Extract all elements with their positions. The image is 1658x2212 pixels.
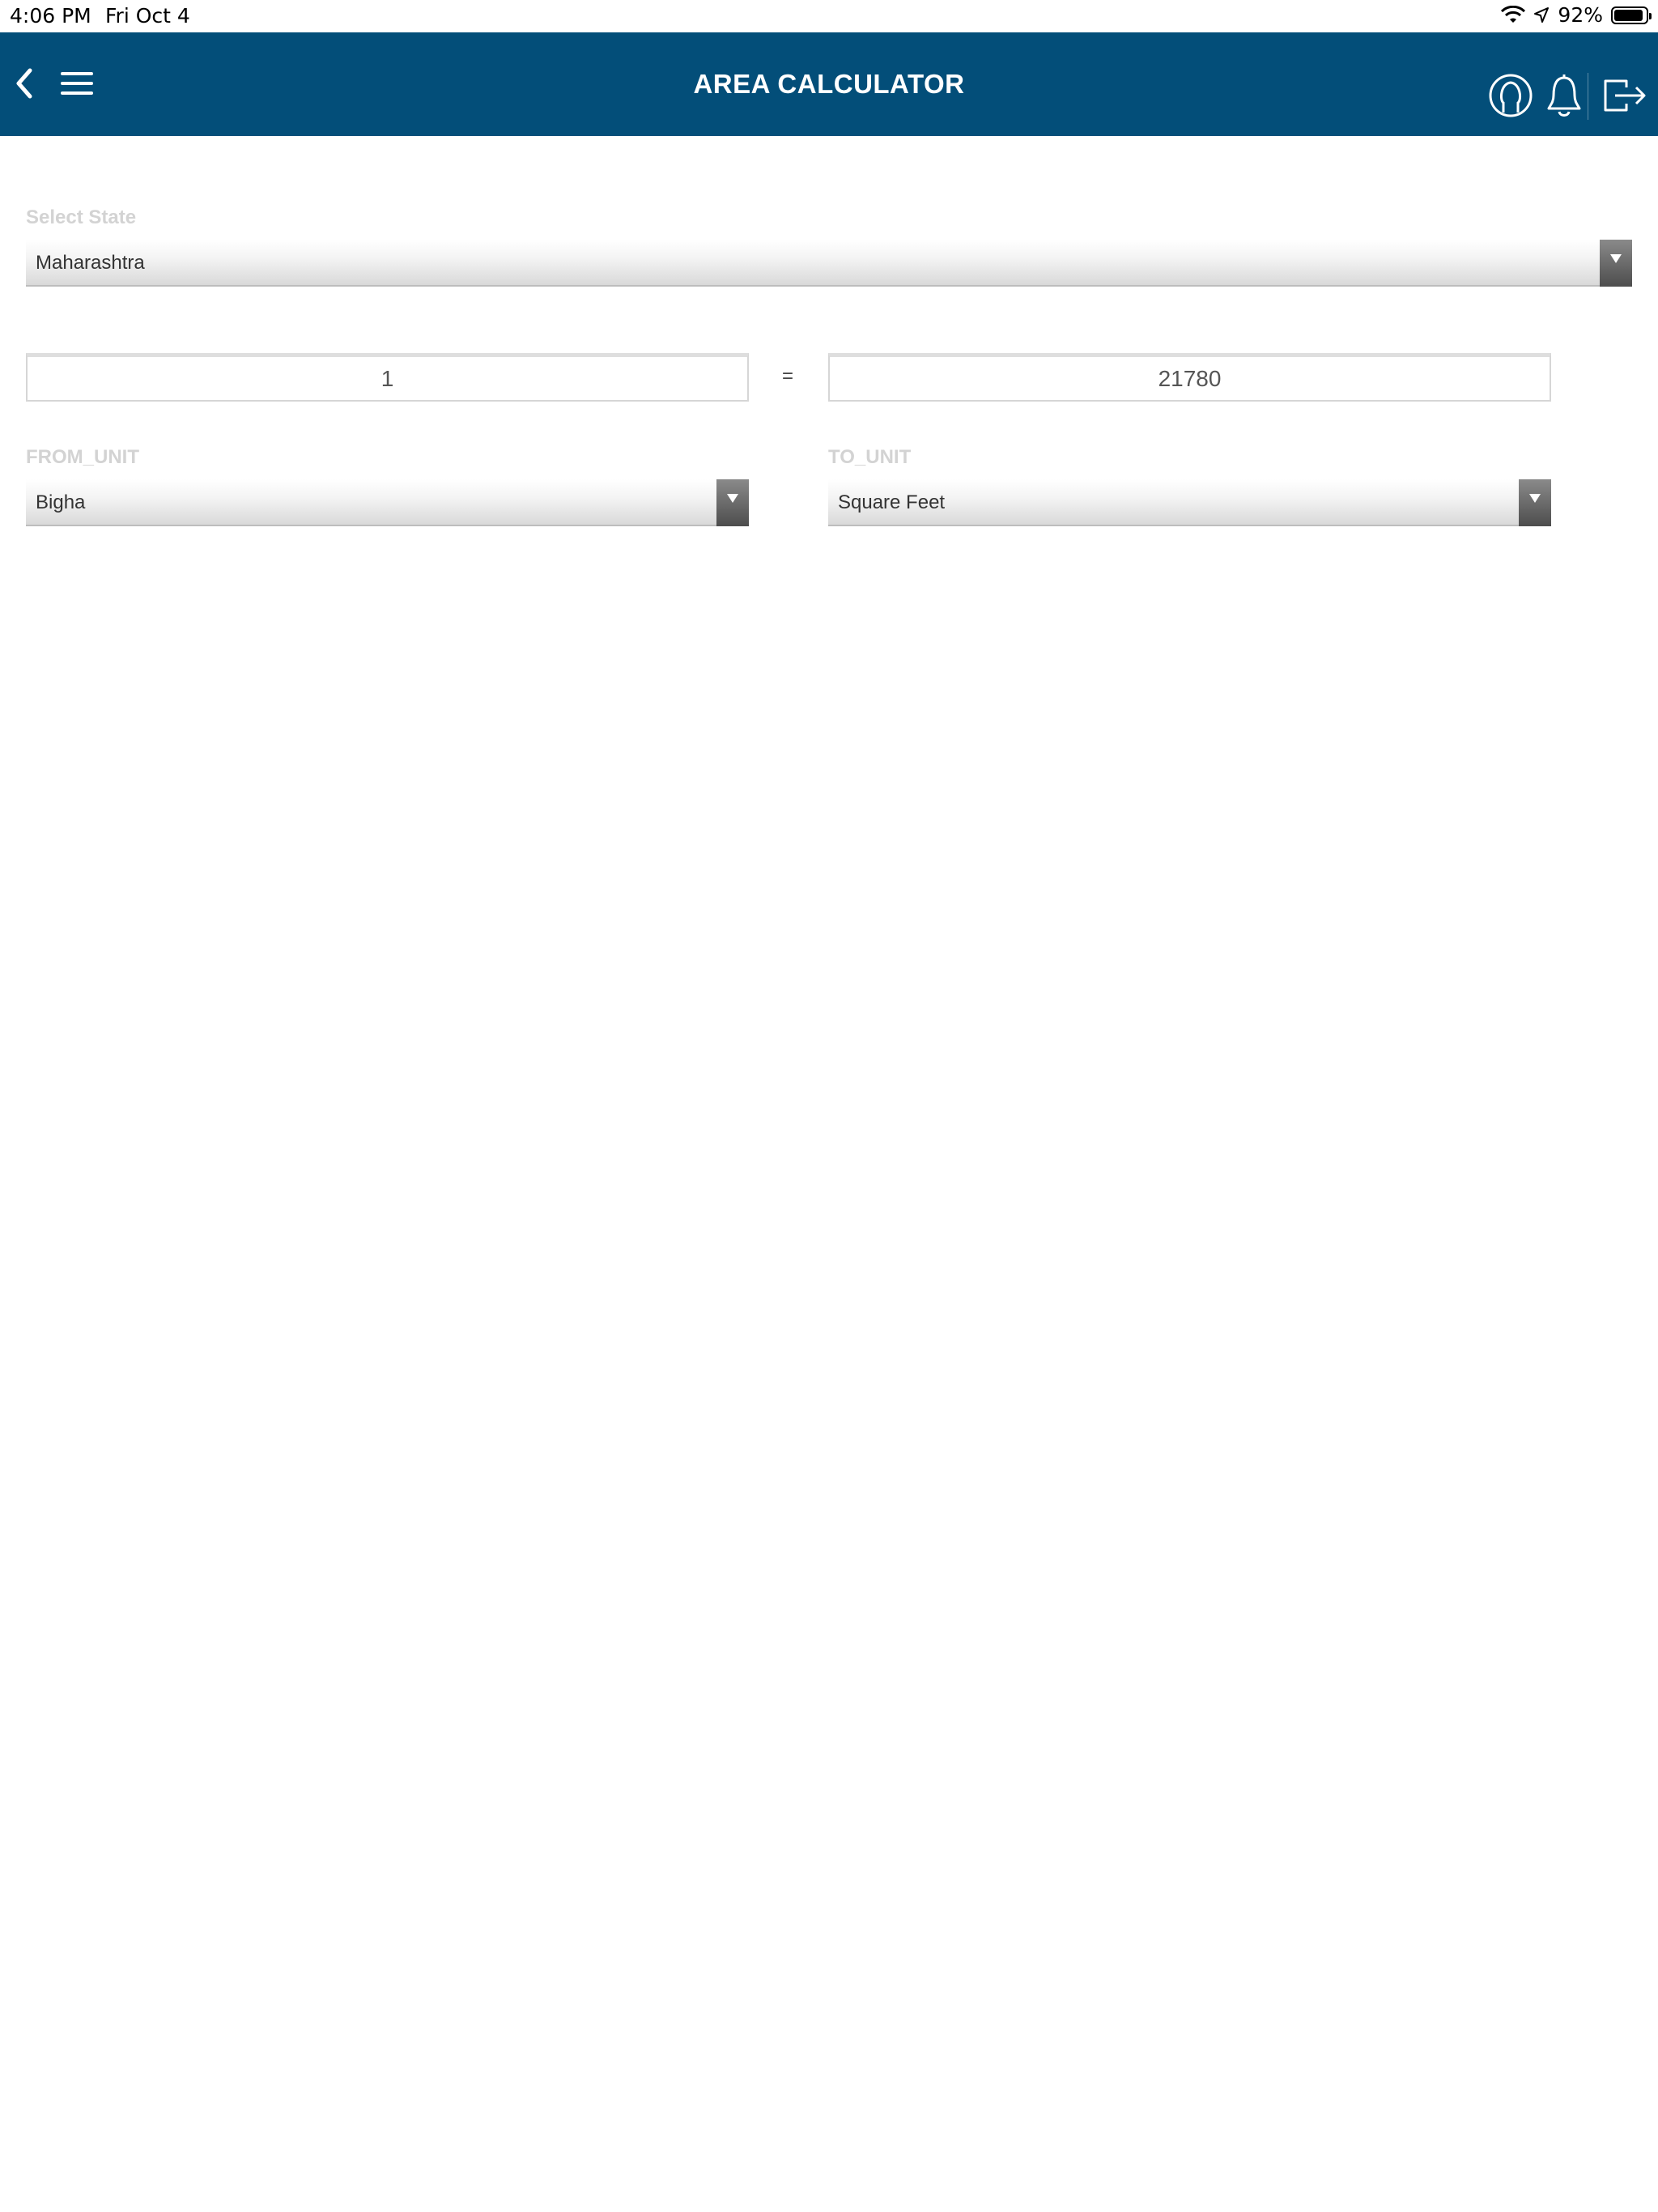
dropdown-arrow-icon[interactable]	[1519, 479, 1551, 526]
to-unit-value: Square Feet	[838, 491, 946, 513]
wifi-icon	[1501, 5, 1526, 23]
hamburger-menu-icon	[61, 72, 93, 95]
notifications-button[interactable]	[1543, 71, 1585, 120]
battery-percent: 92%	[1558, 3, 1603, 27]
equals-sign: =	[782, 365, 794, 387]
from-unit-value: Bigha	[36, 491, 86, 513]
status-bar: 4:06 PM Fri Oct 4 92%	[0, 0, 1658, 32]
select-state-label: Select State	[26, 206, 137, 228]
from-value-input[interactable]: 1	[26, 353, 749, 402]
to-unit-select[interactable]: Square Feet	[828, 479, 1551, 526]
logout-icon	[1604, 79, 1646, 112]
from-unit-select[interactable]: Bigha	[26, 479, 749, 526]
status-time: 4:06 PM	[10, 4, 91, 28]
status-date: Fri Oct 4	[105, 4, 190, 28]
back-button[interactable]	[6, 63, 42, 104]
from-unit-label: FROM_UNIT	[26, 446, 139, 468]
status-right-group: 92%	[1501, 3, 1652, 27]
menu-button[interactable]	[57, 63, 97, 104]
profile-button[interactable]	[1488, 71, 1533, 120]
state-select[interactable]: Maharashtra	[26, 240, 1632, 287]
state-select-value: Maharashtra	[36, 252, 145, 274]
location-arrow-icon	[1534, 6, 1550, 23]
back-chevron-icon	[16, 68, 32, 99]
dropdown-arrow-icon[interactable]	[716, 479, 749, 526]
page-title: AREA CALCULATOR	[693, 69, 965, 99]
to-value-output[interactable]: 21780	[828, 353, 1551, 402]
user-profile-icon	[1489, 74, 1533, 117]
app-header: AREA CALCULATOR	[0, 32, 1658, 136]
battery-icon	[1611, 6, 1652, 24]
dropdown-arrow-icon[interactable]	[1600, 240, 1632, 287]
bell-icon	[1547, 74, 1581, 117]
to-unit-label: TO_UNIT	[828, 446, 912, 468]
logout-button[interactable]	[1601, 74, 1648, 117]
